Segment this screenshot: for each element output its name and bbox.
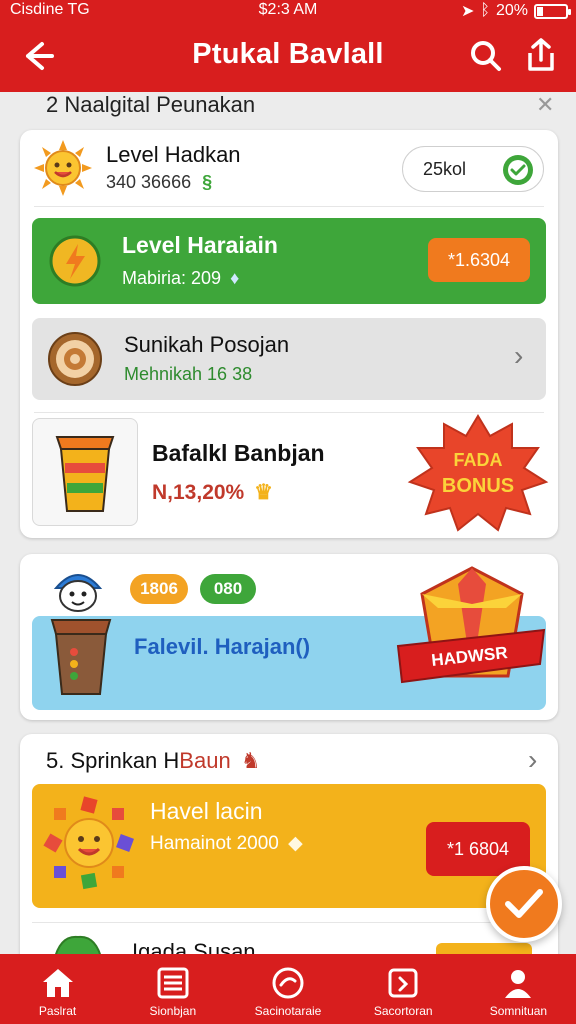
section-3-header: 5. Sprinkan H xyxy=(46,748,180,773)
nav-label: Sacortoran xyxy=(373,1004,433,1018)
nav-item-profile[interactable]: Somnituan xyxy=(461,954,576,1024)
divider xyxy=(34,206,544,207)
section-1-header: 2 Naalgital Peunakan xyxy=(46,92,256,117)
pill-orange: 1806 xyxy=(130,574,188,604)
bonus-burst-top: FADA xyxy=(454,450,503,470)
divider xyxy=(34,412,544,413)
gray-row-sub: Mehnikah 16 38 xyxy=(124,364,253,384)
battery-level xyxy=(537,6,543,16)
yellow-reward-row[interactable]: Havel lacin Hamainot 2000 ◆ *1 6804 xyxy=(32,784,546,908)
gray-row-title: Sunikah Posojan xyxy=(124,332,290,357)
nav-item-rewards[interactable]: Sacinotaraie xyxy=(230,954,345,1024)
treasure-bucket-icon xyxy=(55,436,115,512)
status-icons: ➤ ᛒ 20% xyxy=(460,1,571,21)
green-reward-row[interactable]: Level Haraiain Mabiria: 209 ♦ *1.6304 xyxy=(32,218,546,304)
mascot-avatar-icon xyxy=(53,574,103,612)
bonus-thumbnail xyxy=(32,418,138,526)
lightning-badge-icon xyxy=(49,235,101,287)
nav-label: Somnituan xyxy=(489,1004,548,1018)
home-icon xyxy=(42,969,73,997)
flame-icon: ♞ xyxy=(240,748,261,773)
gem-icon: ◆ xyxy=(288,833,303,854)
bonus-burst-badge: FADA BONUS xyxy=(407,414,549,532)
level-badge-label: 25kol xyxy=(423,159,467,179)
level-row[interactable]: Level Hadkan 340 36666 § 25kol xyxy=(20,130,558,206)
nav-label: Sacinotaraie xyxy=(254,1004,322,1018)
check-icon xyxy=(505,889,543,918)
rewards-card: Level Hadkan 340 36666 § 25kol Level Har… xyxy=(20,130,558,538)
gray-reward-row[interactable]: Sunikah Posojan Mehnikah 16 38 › xyxy=(32,318,546,400)
chevron-right-icon[interactable]: › xyxy=(528,744,537,776)
battery-percent: 20% xyxy=(495,2,528,19)
level-row-sub: 340 36666 xyxy=(106,172,192,192)
coin-icon: § xyxy=(202,172,213,192)
nav-item-home[interactable]: Paslrat xyxy=(0,954,115,1024)
top-app-bar: Cisdine TG $2:3 AM ➤ ᛒ 20% Ptukal Bavlal… xyxy=(0,0,576,92)
nav-item-shop[interactable]: Sacortoran xyxy=(346,954,461,1024)
yellow-row-sub: Hamainot 2000 xyxy=(150,833,279,854)
check-circle-icon xyxy=(503,155,533,185)
yellow-row-sub-wrap: Hamainot 2000 ◆ xyxy=(150,832,303,855)
bonus-row-title: Bafalkl Banbjan xyxy=(152,440,325,466)
list-icon xyxy=(157,967,189,999)
gift-box-ribbon: HADWSR xyxy=(396,566,546,684)
app-bar: Ptukal Bavlall xyxy=(0,28,576,84)
share-icon[interactable] xyxy=(522,36,560,74)
status-bar: Cisdine TG $2:3 AM ➤ ᛒ 20% xyxy=(0,0,576,22)
bluetooth-icon: ᛒ xyxy=(480,2,490,19)
search-icon[interactable] xyxy=(468,38,504,74)
thumbs-up-icon: ♛ xyxy=(254,481,273,504)
gem-icon: ♦ xyxy=(230,268,240,288)
profile-icon xyxy=(505,970,532,998)
treasure-bucket-icon xyxy=(50,619,112,695)
nav-label: Paslrat xyxy=(38,1004,77,1018)
coin-medal-icon xyxy=(48,332,102,386)
sun-mascot-icon xyxy=(34,140,92,196)
sun-mascot-icon xyxy=(43,796,134,890)
promo-card[interactable]: 1806 080 Falevil. Harajan() HADWSR xyxy=(20,554,558,720)
chevron-right-icon: › xyxy=(514,340,524,371)
level-row-sub-wrap: 340 36666 § xyxy=(106,172,212,193)
nav-item-list[interactable]: Sionbjan xyxy=(115,954,230,1024)
battery-icon xyxy=(534,3,571,19)
pill-green: 080 xyxy=(200,574,256,604)
green-row-title: Level Haraiain xyxy=(122,232,278,258)
bonus-row-sub-wrap: N,13,20% ♛ xyxy=(152,480,273,505)
bonus-burst-bottom: BONUS xyxy=(442,475,514,497)
green-row-sub: Mabiria: 209 xyxy=(122,268,222,288)
promo-banner-title: Falevil. Harajan() xyxy=(134,634,311,659)
shop-icon xyxy=(388,968,418,998)
bonus-row-sub: N,13,20% xyxy=(152,481,245,504)
level-row-title: Level Hadkan xyxy=(106,142,241,167)
green-row-sub-wrap: Mabiria: 209 ♦ xyxy=(122,268,239,289)
bonus-row[interactable]: Bafalkl Banbjan N,13,20% ♛ FADA BONUS xyxy=(20,414,558,534)
streak-card: 5. Sprinkan HBaun ♞ › Havel lacin Hamain… xyxy=(20,734,558,974)
nav-label: Sionbjan xyxy=(149,1004,197,1018)
yellow-row-title: Havel lacin xyxy=(150,798,263,824)
level-badge[interactable]: 25kol xyxy=(402,146,544,192)
close-icon[interactable]: ✕ xyxy=(536,92,554,118)
section-3-header-wrap: 5. Sprinkan HBaun ♞ xyxy=(46,748,261,774)
bottom-navigation: Paslrat Sionbjan Sacinotaraie Sacortoran… xyxy=(0,954,576,1024)
green-row-cta-button[interactable]: *1.6304 xyxy=(428,238,530,282)
location-icon: ➤ xyxy=(460,3,475,20)
section-3-header-accent: Baun xyxy=(179,748,231,773)
rewards-icon xyxy=(272,967,304,999)
confirm-fab-button[interactable] xyxy=(486,866,562,942)
